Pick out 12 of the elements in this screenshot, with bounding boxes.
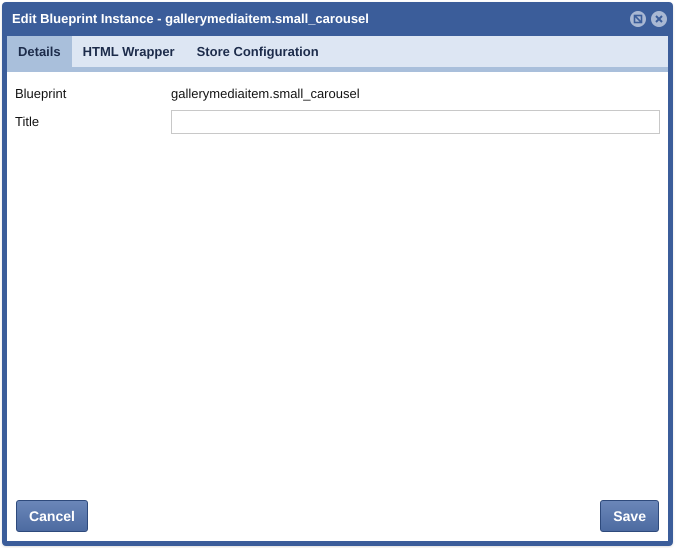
field-label: Title — [15, 112, 40, 131]
field-label: Blueprint — [15, 85, 68, 103]
minimize-icon[interactable] — [630, 11, 646, 27]
field-value: gallerymediaitem.small_carousel — [171, 85, 360, 103]
dialog-button[interactable]: Cancel — [16, 500, 88, 532]
tab[interactable]: Store Configuration — [186, 36, 330, 67]
input-field[interactable] — [170, 110, 660, 134]
dialog-button[interactable]: Save — [600, 500, 659, 532]
close-icon[interactable] — [651, 11, 667, 27]
tab[interactable]: HTML Wrapper — [72, 36, 186, 67]
tab[interactable]: Details — [7, 36, 72, 67]
window-title: Edit Blueprint Instance - gallerymediaitem.small_carousel — [12, 10, 369, 28]
